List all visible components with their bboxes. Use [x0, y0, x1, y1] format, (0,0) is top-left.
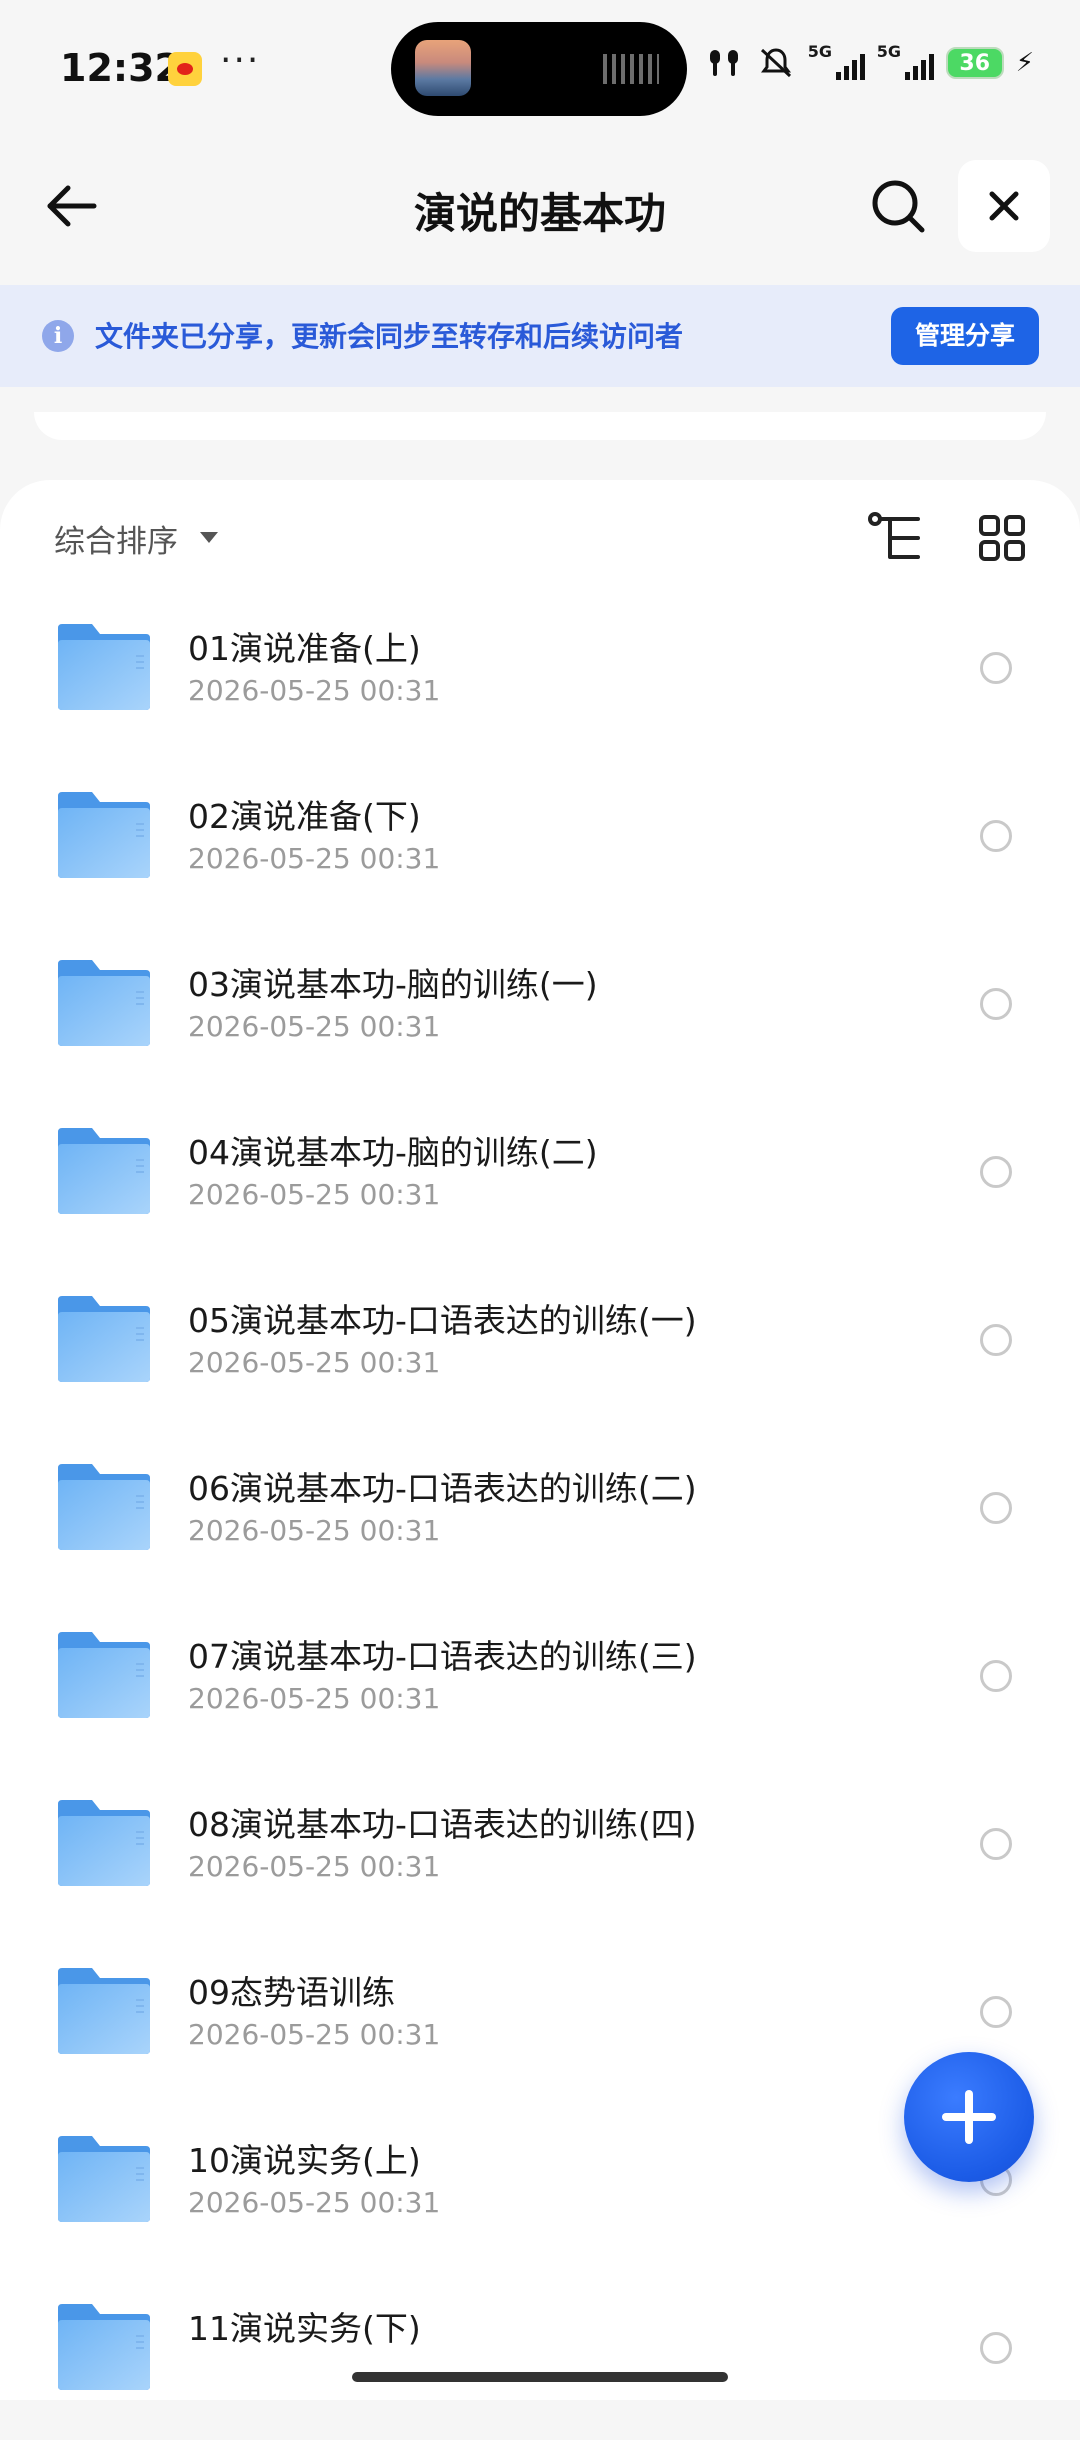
list-item[interactable]: 06演说基本功-口语表达的训练(二) 2026-05-25 00:31 — [0, 1432, 1080, 1600]
manage-share-button[interactable]: 管理分享 — [891, 307, 1039, 365]
caret-down-icon[interactable] — [200, 532, 218, 543]
share-notice-text: 文件夹已分享，更新会同步至转存和后续访问者 — [95, 320, 684, 353]
folder-icon — [57, 1463, 151, 1551]
folder-icon — [57, 623, 151, 711]
folder-name: 11演说实务(下) — [188, 2309, 421, 2348]
close-icon — [989, 191, 1019, 221]
folder-icon — [57, 1127, 151, 1215]
select-radio[interactable] — [980, 1324, 1012, 1356]
folder-date: 2026-05-25 00:31 — [188, 1514, 441, 1547]
info-icon: i — [42, 320, 74, 352]
folder-icon — [57, 959, 151, 1047]
folder-date: 2026-05-25 00:31 — [188, 1682, 441, 1715]
folder-date: 2026-05-25 00:31 — [188, 2186, 441, 2219]
folder-list: 01演说准备(上) 2026-05-25 00:31 02演说准备(下) 202… — [0, 592, 1080, 2440]
sort-toolbar: 综合排序 — [0, 480, 1080, 590]
top-app-bar: 演说的基本功 — [0, 140, 1080, 285]
cell-signal-2-icon: 5G — [877, 42, 934, 80]
folder-date: 2026-05-25 00:31 — [188, 674, 441, 707]
home-indicator[interactable] — [352, 2372, 728, 2382]
status-icons: 5G 5G 36 ⚡ — [704, 42, 1034, 80]
folder-name: 03演说基本功-脑的训练(一) — [188, 965, 598, 1004]
folder-name: 01演说准备(上) — [188, 629, 421, 668]
collapsed-panel-edge — [34, 412, 1046, 440]
more-notifications-icon: ··· — [220, 40, 261, 81]
folder-date: 2026-05-25 00:31 — [188, 842, 441, 875]
folder-name: 10演说实务(上) — [188, 2141, 421, 2180]
list-item[interactable]: 02演说准备(下) 2026-05-25 00:31 — [0, 760, 1080, 928]
folder-date: 2026-05-25 00:31 — [188, 1850, 441, 1883]
select-radio[interactable] — [980, 652, 1012, 684]
select-radio[interactable] — [980, 988, 1012, 1020]
folder-icon — [57, 791, 151, 879]
list-item[interactable]: 03演说基本功-脑的训练(一) 2026-05-25 00:31 — [0, 928, 1080, 1096]
folder-icon — [57, 1631, 151, 1719]
charging-icon: ⚡ — [1015, 48, 1034, 78]
dynamic-island[interactable] — [391, 22, 687, 116]
list-item[interactable]: 04演说基本功-脑的训练(二) 2026-05-25 00:31 — [0, 1096, 1080, 1264]
list-item[interactable]: 07演说基本功-口语表达的训练(三) 2026-05-25 00:31 — [0, 1600, 1080, 1768]
folder-date: 2026-05-25 00:31 — [188, 2018, 441, 2051]
mute-bell-icon — [760, 48, 791, 78]
folder-icon — [57, 2303, 151, 2391]
select-radio[interactable] — [980, 1156, 1012, 1188]
grid-view-icon[interactable] — [978, 514, 1026, 562]
status-time: 12:32 — [60, 46, 181, 90]
list-item[interactable]: 01演说准备(上) 2026-05-25 00:31 — [0, 592, 1080, 760]
battery-icon: 36 — [945, 47, 1004, 79]
folder-name: 08演说基本功-口语表达的训练(四) — [188, 1805, 697, 1844]
list-item[interactable]: 05演说基本功-口语表达的训练(一) 2026-05-25 00:31 — [0, 1264, 1080, 1432]
add-button[interactable] — [904, 2052, 1034, 2182]
folder-name: 09态势语训练 — [188, 1973, 395, 2012]
select-radio[interactable] — [980, 1996, 1012, 2028]
search-icon[interactable] — [866, 174, 930, 238]
share-notice-banner: i 文件夹已分享，更新会同步至转存和后续访问者 管理分享 — [0, 285, 1080, 387]
folder-name: 02演说准备(下) — [188, 797, 421, 836]
weibo-notification-icon — [168, 52, 202, 86]
folder-icon — [57, 1295, 151, 1383]
folder-date: 2026-05-25 00:31 — [188, 1178, 441, 1211]
select-radio[interactable] — [980, 2332, 1012, 2364]
cell-signal-1-icon: 5G — [808, 42, 865, 80]
sort-dropdown[interactable]: 综合排序 — [54, 516, 178, 561]
folder-icon — [57, 1967, 151, 2055]
tree-view-icon[interactable] — [868, 512, 924, 564]
select-radio[interactable] — [980, 1660, 1012, 1692]
folder-date: 2026-05-25 00:31 — [188, 1010, 441, 1043]
audio-wave-icon — [603, 54, 659, 84]
select-radio[interactable] — [980, 820, 1012, 852]
list-item[interactable]: 08演说基本功-口语表达的训练(四) 2026-05-25 00:31 — [0, 1768, 1080, 1936]
list-item[interactable]: 11演说实务(下) — [0, 2272, 1080, 2440]
select-radio[interactable] — [980, 1492, 1012, 1524]
select-radio[interactable] — [980, 1828, 1012, 1860]
folder-name: 05演说基本功-口语表达的训练(一) — [188, 1301, 697, 1340]
folder-icon — [57, 2135, 151, 2223]
folder-name: 04演说基本功-脑的训练(二) — [188, 1133, 598, 1172]
folder-name: 06演说基本功-口语表达的训练(二) — [188, 1469, 697, 1508]
folder-icon — [57, 1799, 151, 1887]
close-button[interactable] — [958, 160, 1050, 252]
folder-name: 07演说基本功-口语表达的训练(三) — [188, 1637, 697, 1676]
folder-date: 2026-05-25 00:31 — [188, 1346, 441, 1379]
media-thumbnail — [415, 40, 471, 96]
status-bar: 12:32 ··· 5G 5G 36 ⚡ — [0, 0, 1080, 140]
earbuds-icon — [709, 50, 738, 76]
